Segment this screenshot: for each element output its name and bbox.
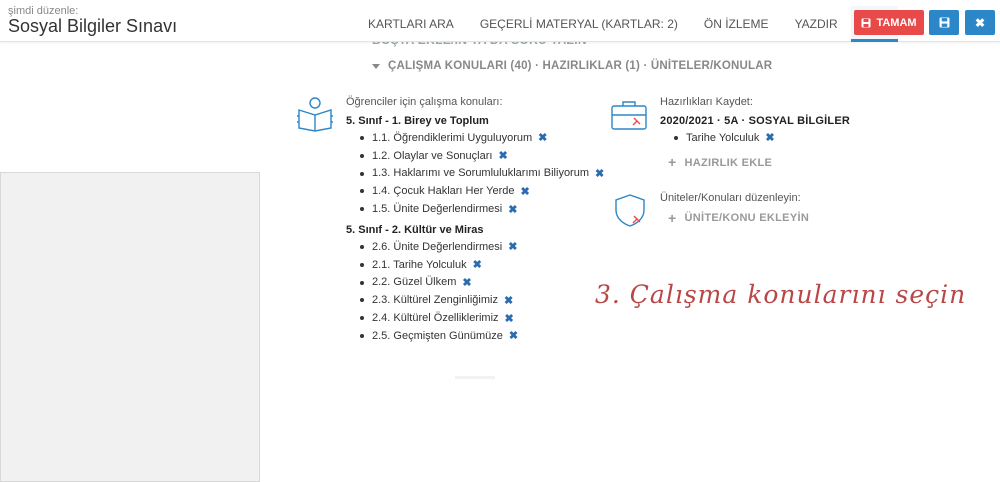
list-item: 1.4. Çocuk Hakları Her Yerde ✖ bbox=[346, 182, 606, 200]
preparations-title: 2020/2021 · 5A · SOSYAL BİLGİLER bbox=[660, 115, 851, 127]
preparations-column: Hazırlıkları Kaydet: 2020/2021 · 5A · SO… bbox=[660, 96, 920, 169]
topic-list: 2.6. Ünite Değerlendirmesi ✖ 2.1. Tarihe … bbox=[346, 238, 606, 345]
list-item: 1.3. Haklarımı ve Sorumluluklarımı Biliy… bbox=[346, 165, 606, 183]
top-bar: şimdi düzenle: Sosyal Bilgiler Sınavı KA… bbox=[0, 0, 1000, 42]
list-item: 1.5. Ünite Değerlendirmesi ✖ bbox=[346, 200, 606, 218]
list-item: 2.4. Kültürel Özelliklerimiz ✖ bbox=[346, 309, 606, 327]
briefcase-pin-icon bbox=[610, 98, 648, 137]
remove-icon[interactable]: ✖ bbox=[595, 167, 604, 180]
units-column: Üniteler/Konuları düzenleyin: + ÜNİTE/KO… bbox=[660, 192, 920, 226]
floppy-icon bbox=[861, 18, 871, 28]
remove-icon[interactable]: ✖ bbox=[508, 203, 517, 216]
list-item: 2.2. Güzel Ülkem ✖ bbox=[346, 274, 606, 292]
done-button-label: TAMAM bbox=[876, 16, 917, 29]
save-button[interactable] bbox=[929, 10, 959, 35]
add-preparation-button[interactable]: + HAZIRLIK EKLE bbox=[668, 154, 920, 171]
nav-tabs: KARTLARI ARA GEÇERLİ MATERYAL (KARTLAR: … bbox=[355, 0, 899, 42]
section-toggle[interactable]: ÇALIŞMA KONULARI (40) · HAZIRLIKLAR (1) … bbox=[372, 60, 772, 72]
topic-list: 1.1. Öğrendiklerimi Uyguluyorum ✖ 1.2. Ol… bbox=[346, 129, 606, 218]
remove-icon[interactable]: ✖ bbox=[504, 294, 513, 307]
list-item: 2.6. Ünite Değerlendirmesi ✖ bbox=[346, 238, 606, 256]
study-topics-label: Öğrenciler için çalışma konuları: bbox=[346, 96, 503, 108]
remove-icon[interactable]: ✖ bbox=[509, 329, 518, 342]
close-button[interactable]: ✖ bbox=[965, 10, 995, 35]
remove-icon[interactable]: ✖ bbox=[765, 131, 774, 144]
list-item: 2.3. Kültürel Zenginliğimiz ✖ bbox=[346, 291, 606, 309]
tab-current-material[interactable]: GEÇERLİ MATERYAL (KARTLAR: 2) bbox=[467, 6, 691, 42]
floppy-icon bbox=[939, 17, 950, 28]
remove-icon[interactable]: ✖ bbox=[498, 149, 507, 162]
plus-icon: + bbox=[668, 154, 677, 171]
tutorial-annotation: 3. Çalışma konularını seçin bbox=[595, 280, 967, 309]
caret-down-icon bbox=[372, 63, 380, 69]
remove-icon[interactable]: ✖ bbox=[473, 258, 482, 271]
add-preparation-label: HAZIRLIK EKLE bbox=[684, 156, 773, 169]
preparations-list: Tarihe Yolculuk ✖ bbox=[660, 129, 920, 147]
remove-icon[interactable]: ✖ bbox=[505, 312, 514, 325]
list-item: 1.2. Olaylar ve Sonuçları ✖ bbox=[346, 147, 606, 165]
book-reader-icon bbox=[296, 96, 334, 137]
study-topics-column: Öğrenciler için çalışma konuları: 5. Sın… bbox=[346, 96, 606, 345]
done-button[interactable]: TAMAM bbox=[854, 10, 924, 35]
list-item: 2.1. Tarihe Yolculuk ✖ bbox=[346, 256, 606, 274]
tab-print[interactable]: YAZDIR bbox=[782, 6, 851, 42]
document-title: Sosyal Bilgiler Sınavı bbox=[8, 16, 178, 36]
topic-group-title: 5. Sınıf - 1. Birey ve Toplum bbox=[346, 115, 489, 127]
units-label: Üniteler/Konuları düzenleyin: bbox=[660, 192, 801, 204]
section-label: ÇALIŞMA KONULARI (40) · HAZIRLIKLAR (1) … bbox=[388, 60, 773, 72]
preparations-label: Hazırlıkları Kaydet: bbox=[660, 96, 753, 108]
remove-icon[interactable]: ✖ bbox=[538, 131, 547, 144]
add-unit-label: ÜNİTE/KONU EKLEYİN bbox=[684, 212, 810, 224]
remove-icon[interactable]: ✖ bbox=[520, 185, 529, 198]
plus-icon: + bbox=[668, 209, 677, 226]
tab-preview[interactable]: ÖN İZLEME bbox=[691, 6, 782, 42]
list-item: 2.5. Geçmişten Günümüze ✖ bbox=[346, 327, 606, 345]
list-item: 1.1. Öğrendiklerimi Uyguluyorum ✖ bbox=[346, 129, 606, 147]
remove-icon[interactable]: ✖ bbox=[508, 240, 517, 253]
tab-search-cards[interactable]: KARTLARI ARA bbox=[355, 6, 467, 42]
left-panel bbox=[0, 172, 260, 482]
remove-icon[interactable]: ✖ bbox=[462, 276, 471, 289]
add-unit-button[interactable]: + ÜNİTE/KONU EKLEYİN bbox=[668, 209, 920, 226]
shield-pin-icon bbox=[612, 192, 648, 233]
list-item: Tarihe Yolculuk ✖ bbox=[660, 129, 920, 147]
close-icon: ✖ bbox=[974, 15, 986, 30]
topic-group-title: 5. Sınıf - 2. Kültür ve Miras bbox=[346, 223, 484, 236]
divider bbox=[455, 376, 495, 379]
